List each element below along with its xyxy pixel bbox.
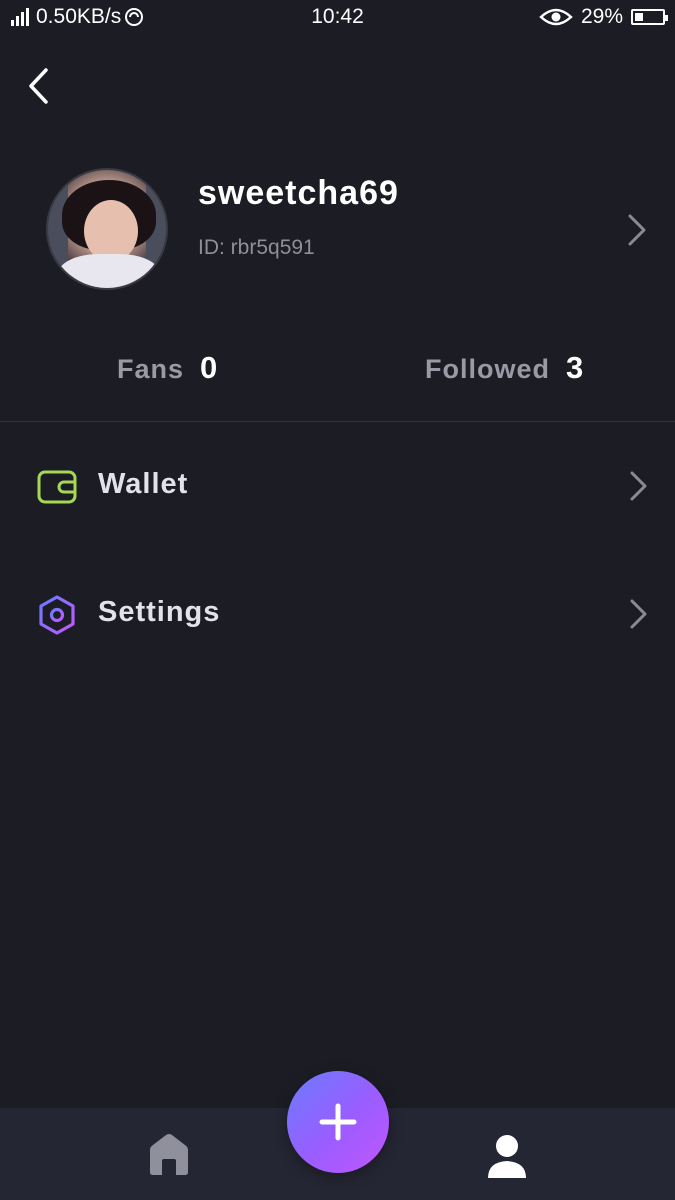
fans-label: Fans xyxy=(117,354,185,384)
user-icon[interactable] xyxy=(484,1132,530,1180)
back-button[interactable] xyxy=(18,64,58,108)
battery-level xyxy=(635,13,643,21)
add-button[interactable] xyxy=(287,1071,389,1173)
chevron-left-icon xyxy=(29,68,48,104)
followed-label: Followed xyxy=(425,354,550,384)
home-icon[interactable] xyxy=(146,1130,192,1178)
followed-count: 3 xyxy=(566,350,584,385)
battery-icon xyxy=(631,9,668,25)
chevron-right-icon xyxy=(630,599,647,629)
divider xyxy=(0,421,675,422)
wallet-label: Wallet xyxy=(98,468,189,500)
status-bar: 0.50KB/s 10:42 29% xyxy=(0,0,675,36)
followed-stat[interactable]: Followed 3 xyxy=(425,350,583,386)
menu-item-wallet[interactable]: Wallet xyxy=(0,446,675,526)
profile-detail-button[interactable] xyxy=(622,210,650,250)
chevron-right-icon xyxy=(630,471,647,501)
fans-count: 0 xyxy=(200,350,218,385)
username: sweetcha69 xyxy=(198,174,399,212)
settings-label: Settings xyxy=(98,596,221,628)
eye-icon xyxy=(539,8,573,26)
hexagon-settings-icon xyxy=(39,595,75,635)
battery-percent: 29% xyxy=(580,5,623,28)
chevron-right-icon xyxy=(628,214,646,246)
status-right: 29% xyxy=(539,5,668,29)
plus-icon xyxy=(319,1103,357,1141)
fans-stat[interactable]: Fans 0 xyxy=(117,350,217,386)
stats-row: Fans 0 Followed 3 xyxy=(0,350,675,400)
avatar[interactable] xyxy=(46,168,168,290)
menu-item-settings[interactable]: Settings xyxy=(0,574,675,654)
user-id: ID: rbr5q591 xyxy=(198,236,315,259)
wallet-icon xyxy=(37,470,77,504)
